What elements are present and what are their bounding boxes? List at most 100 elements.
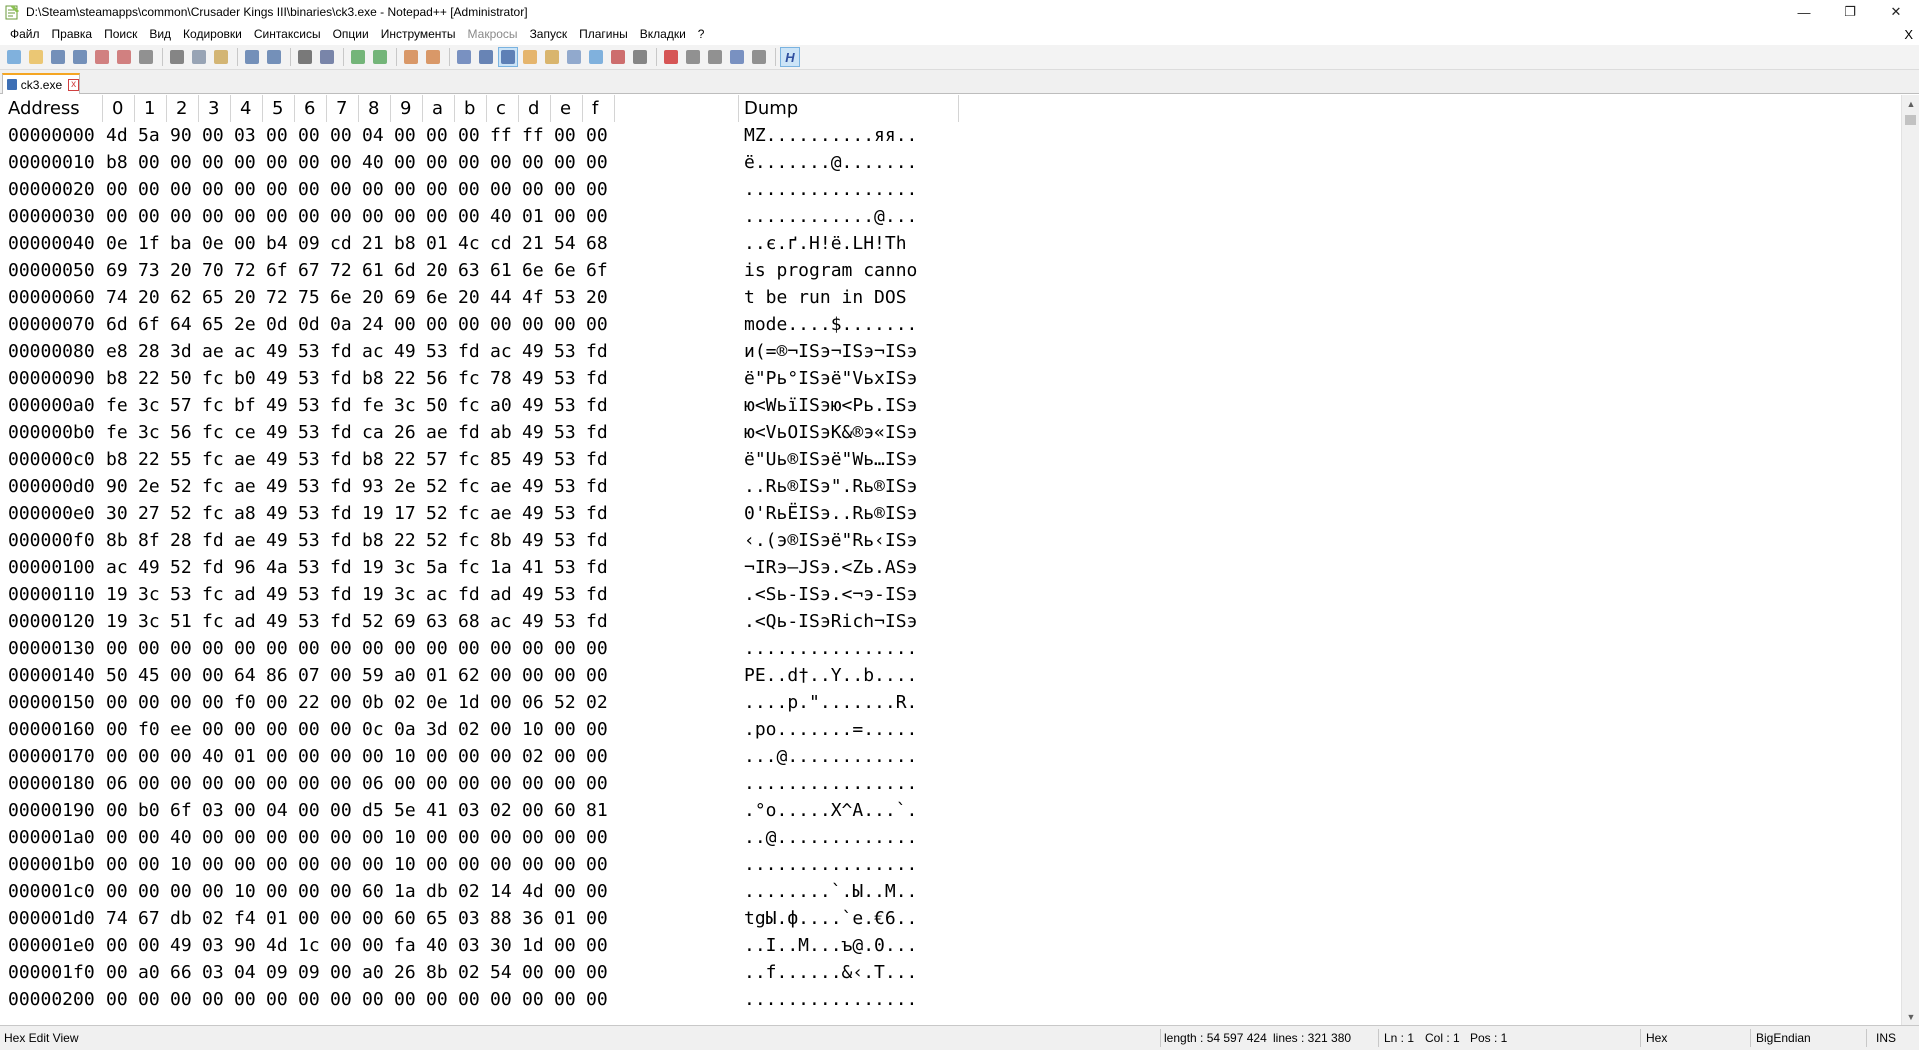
hex-byte[interactable]: 00	[298, 851, 320, 878]
hex-byte[interactable]: 50	[170, 365, 192, 392]
hex-byte[interactable]: 4d	[106, 122, 128, 149]
hex-byte[interactable]: 53	[170, 581, 192, 608]
hex-byte[interactable]: 61	[362, 257, 384, 284]
hex-byte[interactable]: 00	[522, 797, 544, 824]
hex-byte[interactable]: 52	[170, 554, 192, 581]
hex-byte[interactable]: 00	[490, 851, 512, 878]
hex-byte[interactable]: 49	[266, 392, 288, 419]
hex-byte[interactable]: 00	[106, 986, 128, 1013]
hex-byte[interactable]: 00	[330, 149, 352, 176]
hex-byte[interactable]: 27	[138, 500, 160, 527]
hex-byte[interactable]: 00	[586, 932, 608, 959]
hex-byte[interactable]: 00	[522, 959, 544, 986]
hex-byte[interactable]: 00	[458, 770, 480, 797]
hex-byte[interactable]: 01	[522, 203, 544, 230]
hex-byte[interactable]: a0	[362, 959, 384, 986]
hex-byte[interactable]: 03	[202, 797, 224, 824]
hex-byte[interactable]: 72	[266, 284, 288, 311]
hex-byte[interactable]: 85	[490, 446, 512, 473]
hex-byte[interactable]: 6f	[138, 311, 160, 338]
hex-byte[interactable]: 44	[490, 284, 512, 311]
hex-byte[interactable]: fd	[586, 338, 608, 365]
hex-byte[interactable]: 62	[170, 284, 192, 311]
hex-byte[interactable]: 00	[170, 689, 192, 716]
hex-byte[interactable]: 00	[298, 797, 320, 824]
hex-byte[interactable]: ae	[234, 473, 256, 500]
hex-byte[interactable]: ae	[490, 473, 512, 500]
hex-byte[interactable]: 0e	[202, 230, 224, 257]
hex-byte[interactable]: 53	[298, 581, 320, 608]
scroll-down-icon[interactable]: ▼	[1902, 1008, 1919, 1025]
hex-byte[interactable]: 00	[106, 797, 128, 824]
hex-byte[interactable]: 00	[554, 851, 576, 878]
hex-byte[interactable]: 49	[522, 473, 544, 500]
save-all-icon[interactable]	[70, 47, 90, 67]
hex-byte[interactable]: 20	[426, 257, 448, 284]
hex-byte[interactable]: 53	[554, 608, 576, 635]
hex-byte[interactable]: 00	[362, 635, 384, 662]
hex-byte[interactable]: fd	[202, 554, 224, 581]
hex-byte[interactable]: 10	[170, 851, 192, 878]
hex-byte[interactable]: 8b	[426, 959, 448, 986]
hex-byte[interactable]: b4	[266, 230, 288, 257]
hex-byte[interactable]: fd	[586, 608, 608, 635]
hex-byte[interactable]: 06	[106, 770, 128, 797]
minimize-button[interactable]: —	[1781, 0, 1827, 24]
hex-byte[interactable]: fd	[202, 527, 224, 554]
hex-byte[interactable]: 93	[362, 473, 384, 500]
hex-byte[interactable]: fd	[458, 581, 480, 608]
hex-byte[interactable]: fc	[458, 446, 480, 473]
hex-byte[interactable]: 28	[170, 527, 192, 554]
hex-byte[interactable]: 49	[266, 365, 288, 392]
menu-item-3[interactable]: Вид	[143, 24, 177, 45]
hex-byte[interactable]: 65	[202, 284, 224, 311]
hex-byte[interactable]: fd	[586, 365, 608, 392]
hex-byte[interactable]: 00	[266, 689, 288, 716]
hex-byte[interactable]: 00	[298, 878, 320, 905]
menu-item-11[interactable]: Вкладки	[634, 24, 692, 45]
hex-byte[interactable]: 3c	[138, 581, 160, 608]
hex-byte[interactable]: 00	[522, 824, 544, 851]
dump-text[interactable]: ..є.ґ.Н!ё.LН!Th	[744, 230, 907, 257]
hex-byte[interactable]: fc	[202, 608, 224, 635]
menu-item-10[interactable]: Плагины	[573, 24, 634, 45]
close-icon[interactable]	[92, 47, 112, 67]
hex-byte[interactable]: 53	[298, 554, 320, 581]
hex-byte[interactable]: fe	[362, 392, 384, 419]
hex-byte[interactable]: 49	[266, 446, 288, 473]
hex-byte[interactable]: 68	[458, 608, 480, 635]
dump-text[interactable]: ..@.............	[744, 824, 917, 851]
hex-byte[interactable]: 00	[362, 743, 384, 770]
hex-byte[interactable]: 20	[138, 284, 160, 311]
hex-byte[interactable]: 00	[394, 770, 416, 797]
hex-byte[interactable]: 6f	[170, 797, 192, 824]
hex-byte[interactable]: 00	[586, 203, 608, 230]
hex-byte[interactable]: 10	[234, 878, 256, 905]
hex-byte[interactable]: 00	[170, 149, 192, 176]
hex-byte[interactable]: 00	[298, 743, 320, 770]
hex-byte[interactable]: 00	[586, 122, 608, 149]
hex-byte[interactable]: ee	[170, 716, 192, 743]
hex-byte[interactable]: 00	[522, 311, 544, 338]
hex-byte[interactable]: 4c	[458, 230, 480, 257]
hex-byte[interactable]: fd	[458, 338, 480, 365]
hex-byte[interactable]: 53	[554, 338, 576, 365]
dump-text[interactable]: .<Sь-ISэ.<¬э-ISэ	[744, 581, 917, 608]
hex-byte[interactable]: ab	[490, 419, 512, 446]
hex-byte[interactable]: b8	[394, 230, 416, 257]
dump-text[interactable]: ............@...	[744, 203, 917, 230]
hex-byte[interactable]: 22	[298, 689, 320, 716]
hex-byte[interactable]: 49	[522, 608, 544, 635]
hex-byte[interactable]: 00	[298, 635, 320, 662]
hex-byte[interactable]: fc	[458, 554, 480, 581]
menu-item-1[interactable]: Правка	[46, 24, 99, 45]
hex-byte[interactable]: 00	[586, 635, 608, 662]
hex-byte[interactable]: 64	[170, 311, 192, 338]
hex-byte[interactable]: fd	[586, 581, 608, 608]
folder-workspace-icon[interactable]	[586, 47, 606, 67]
hex-byte[interactable]: 53	[554, 554, 576, 581]
monitoring-icon[interactable]	[608, 47, 628, 67]
hex-byte[interactable]: 04	[362, 122, 384, 149]
hex-byte[interactable]: 02	[202, 905, 224, 932]
hex-byte[interactable]: 49	[138, 554, 160, 581]
